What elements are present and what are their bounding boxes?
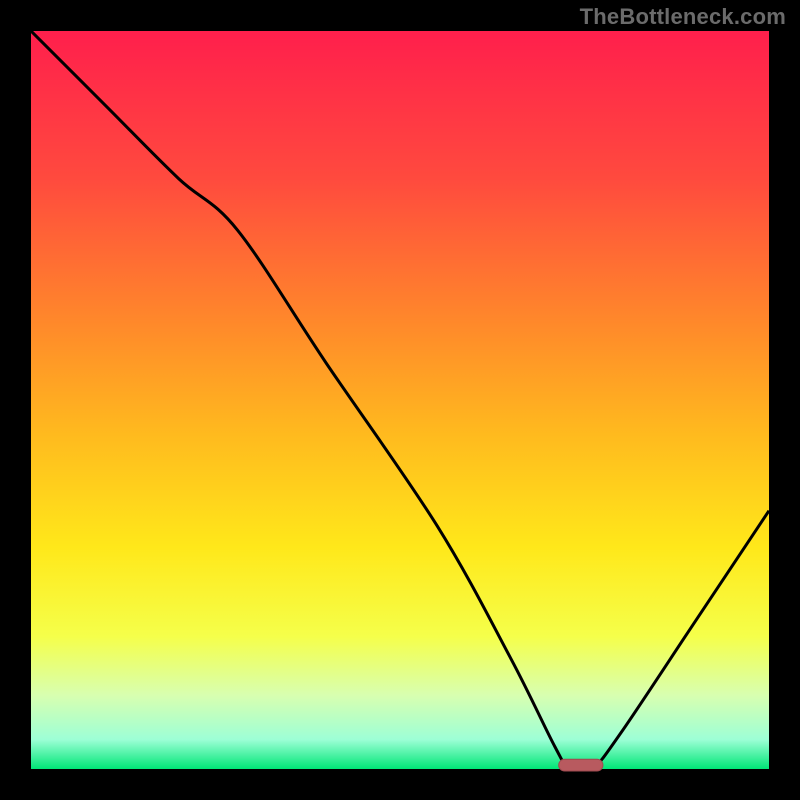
bottleneck-chart [0, 0, 800, 800]
optimal-marker [559, 759, 603, 771]
chart-frame: TheBottleneck.com [0, 0, 800, 800]
